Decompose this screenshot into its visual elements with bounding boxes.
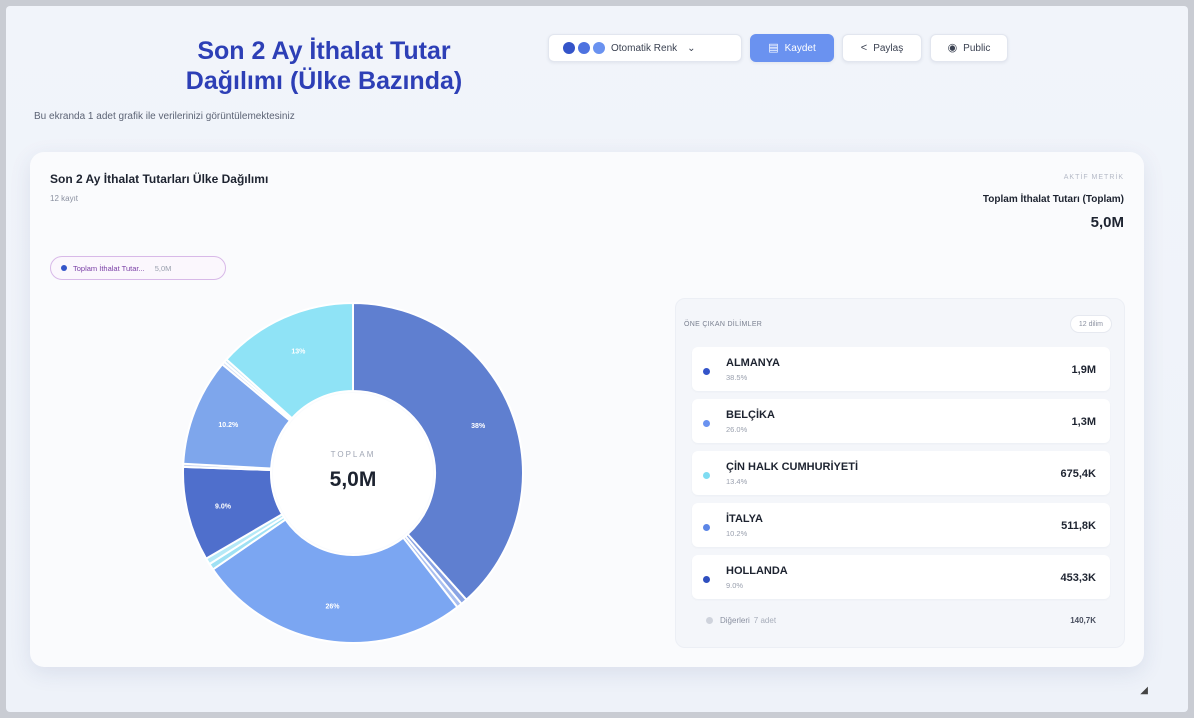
slice-row[interactable]: ALMANYA 38.5% 1,9M: [692, 347, 1110, 391]
slice-name: HOLLANDA: [726, 565, 788, 577]
others-label: Diğerleri 7 adet: [720, 616, 776, 625]
screen: Son 2 Ay İthalat Tutar Dağılımı (Ülke Ba…: [6, 6, 1188, 712]
save-button[interactable]: ▤ Kaydet: [750, 34, 834, 62]
top-slices-panel: ÖNE ÇIKAN DİLİMLER 12 dilim ALMANYA 38.5%…: [675, 298, 1125, 648]
active-metric-label: AKTİF METRİK: [1063, 174, 1124, 181]
slice-name: İTALYA: [726, 513, 763, 525]
others-row[interactable]: Diğerleri 7 adet 140,7K: [692, 607, 1110, 635]
legend-label: Toplam İthalat Tutar...: [73, 263, 145, 273]
top-slices-header: ÖNE ÇIKAN DİLİMLER: [684, 321, 763, 328]
public-button[interactable]: ◉ Public: [930, 34, 1008, 62]
slice-dot: [703, 420, 710, 427]
slice-row[interactable]: İTALYA 10.2% 511,8K: [692, 503, 1110, 547]
slice-dot: [703, 368, 710, 375]
public-label: Public: [963, 42, 991, 54]
slice-amount: 1,9M: [1071, 364, 1096, 376]
slice-row[interactable]: ÇİN HALK CUMHURİYETİ 13.4% 675,4K: [692, 451, 1110, 495]
save-icon: ▤: [768, 41, 779, 54]
slice-amount: 453,3K: [1060, 572, 1096, 584]
slice-data-label: 9.0%: [215, 504, 232, 511]
slice-name: ALMANYA: [726, 357, 780, 369]
slice-data-label: 13%: [291, 349, 306, 356]
color-dot: [593, 42, 605, 54]
slice-data-label: 26%: [326, 603, 341, 610]
others-dot: [706, 617, 713, 624]
slice-percent: 9.0%: [726, 581, 744, 590]
chevron-down-icon: ⌄: [687, 42, 696, 54]
slice-name: BELÇİKA: [726, 409, 775, 421]
legend-value: 5,0M: [154, 263, 172, 273]
color-dots-icon: [563, 42, 605, 54]
legend-dot: [61, 265, 67, 271]
record-count: 12 kayıt: [50, 194, 79, 203]
slice-dot: [703, 524, 710, 531]
others-count: 7 adet: [753, 616, 777, 625]
others-name: Diğerleri: [720, 616, 750, 625]
slice-name: ÇİN HALK CUMHURİYETİ: [726, 461, 858, 473]
color-theme-dropdown[interactable]: Otomatik Renk ⌄: [548, 34, 742, 62]
slice-amount: 511,8K: [1061, 520, 1096, 532]
slice-dot: [703, 576, 710, 583]
save-label: Kaydet: [784, 42, 816, 54]
slice-row[interactable]: HOLLANDA 9.0% 453,3K: [692, 555, 1110, 599]
card-title: Son 2 Ay İthalat Tutarları Ülke Dağılımı: [50, 172, 269, 186]
active-metric-name: Toplam İthalat Tutarı (Toplam): [982, 194, 1124, 205]
page-title: Son 2 Ay İthalat Tutar Dağılımı (Ülke Ba…: [185, 37, 463, 95]
share-icon: <: [860, 41, 868, 54]
series-legend-chip[interactable]: Toplam İthalat Tutar... 5,0M: [50, 256, 226, 280]
slice-count-badge: 12 dilim: [1069, 315, 1112, 333]
slice-percent: 10.2%: [726, 529, 748, 538]
share-label: Paylaş: [873, 42, 904, 54]
slice-dot: [703, 472, 710, 479]
slice-data-label: 38%: [471, 423, 486, 430]
color-dot: [578, 42, 590, 54]
share-button[interactable]: < Paylaş: [842, 34, 922, 62]
toolbar: Otomatik Renk ⌄ ▤ Kaydet < Paylaş ◉ Publ…: [548, 34, 1008, 62]
donut-chart: 38% 26% 9.0% 10.2% 13% TOPLAM 5,0M: [180, 300, 526, 646]
active-metric-value: 5,0M: [1090, 214, 1124, 231]
chart-card: Son 2 Ay İthalat Tutarları Ülke Dağılımı…: [30, 152, 1144, 667]
center-total-value: 5,0M: [330, 468, 377, 491]
top-slices-list: ALMANYA 38.5% 1,9M BELÇİKA 26.0% 1,3M ÇİN HALK…: [692, 347, 1110, 607]
center-caption: TOPLAM: [331, 450, 376, 459]
slice-data-label: 10.2%: [218, 422, 239, 429]
color-theme-label: Otomatik Renk: [611, 42, 678, 54]
resize-handle-icon[interactable]: ◢: [1140, 685, 1148, 696]
slice-row[interactable]: BELÇİKA 26.0% 1,3M: [692, 399, 1110, 443]
others-amount: 140,7K: [1070, 616, 1096, 625]
color-dot: [563, 42, 575, 54]
slice-percent: 26.0%: [726, 425, 748, 434]
slice-percent: 13.4%: [726, 477, 748, 486]
slice-percent: 38.5%: [726, 373, 748, 382]
slice-amount: 675,4K: [1060, 468, 1096, 480]
slice-amount: 1,3M: [1071, 416, 1096, 428]
globe-icon: ◉: [947, 41, 958, 54]
donut-svg: 38% 26% 9.0% 10.2% 13% TOPLAM 5,0M: [182, 301, 524, 644]
page-subtitle: Bu ekranda 1 adet grafik ile verileriniz…: [34, 111, 295, 122]
